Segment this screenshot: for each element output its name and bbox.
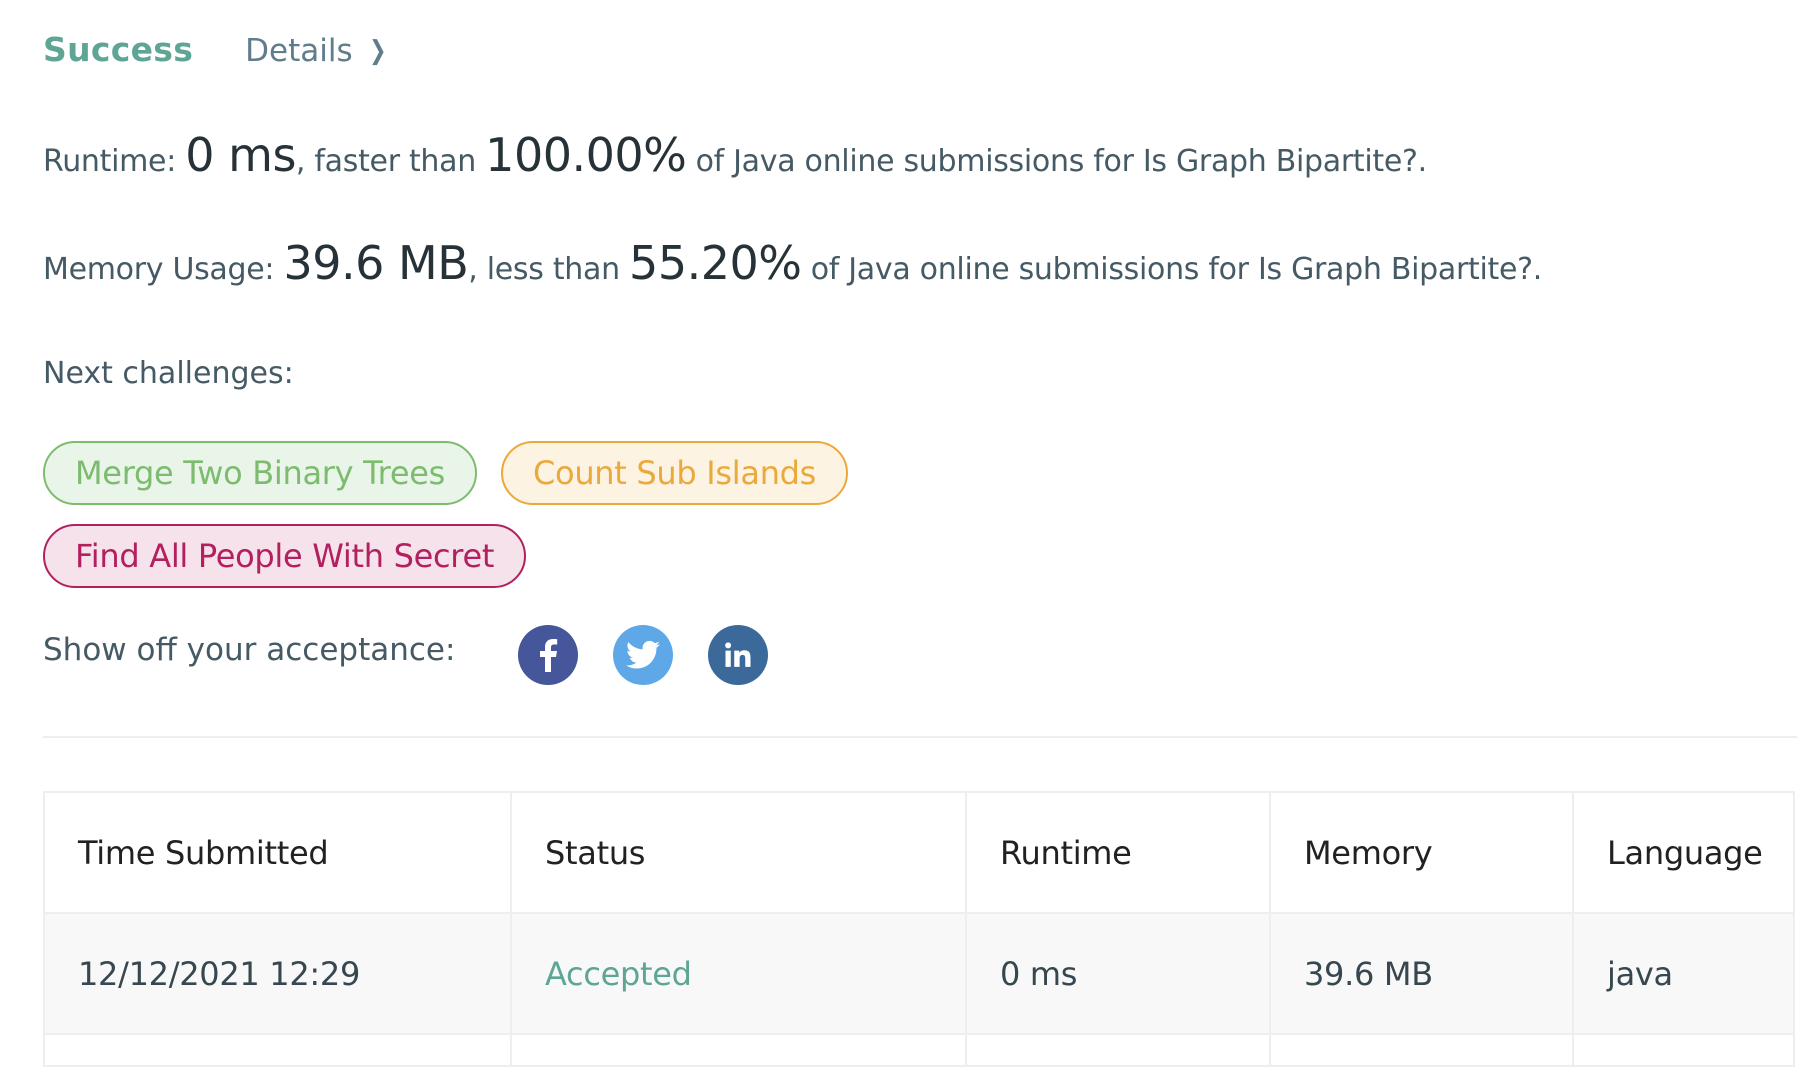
chevron-right-icon: ❯: [368, 36, 387, 66]
next-challenges-label: Next challenges:: [43, 356, 294, 391]
facebook-share-button[interactable]: [518, 625, 578, 685]
runtime-percent: 100.00%: [485, 128, 687, 182]
runtime-mid: , faster than: [295, 144, 486, 179]
table-header-row: Time Submitted Status Runtime Memory Lan…: [43, 791, 1795, 914]
memory-label: Memory Usage:: [43, 252, 284, 287]
cell-language: java: [1572, 912, 1795, 1035]
column-header-language[interactable]: Language: [1572, 791, 1795, 914]
result-header: Success Details ❯: [43, 30, 388, 69]
twitter-share-button[interactable]: [613, 625, 673, 685]
cell-status-link[interactable]: Accepted: [510, 912, 967, 1035]
details-link[interactable]: Details ❯: [245, 33, 388, 69]
twitter-icon: [626, 640, 660, 669]
runtime-label: Runtime:: [43, 144, 186, 179]
empty-cell: [1269, 1033, 1574, 1067]
column-header-memory[interactable]: Memory: [1269, 791, 1574, 914]
table-row-partial: [43, 1033, 1795, 1067]
empty-cell: [1572, 1033, 1795, 1067]
challenge-count-sub-islands[interactable]: Count Sub Islands: [501, 441, 849, 505]
facebook-icon: [540, 639, 558, 672]
runtime-stat: Runtime: 0 ms, faster than 100.00% of Ja…: [43, 128, 1427, 182]
memory-mid: , less than: [468, 252, 630, 287]
empty-cell: [965, 1033, 1271, 1067]
memory-suffix: of Java online submissions for Is Graph …: [801, 252, 1543, 287]
memory-value: 39.6 MB: [283, 236, 469, 290]
memory-stat: Memory Usage: 39.6 MB, less than 55.20% …: [43, 236, 1542, 290]
share-label: Show off your acceptance:: [43, 632, 456, 668]
linkedin-share-button[interactable]: [708, 625, 768, 685]
empty-cell: [43, 1033, 512, 1067]
cell-time-submitted: 12/12/2021 12:29: [43, 912, 512, 1035]
table-row: 12/12/2021 12:29 Accepted 0 ms 39.6 MB j…: [43, 912, 1795, 1035]
cell-runtime: 0 ms: [965, 912, 1271, 1035]
challenge-merge-two-binary-trees[interactable]: Merge Two Binary Trees: [43, 441, 477, 505]
submissions-table: Time Submitted Status Runtime Memory Lan…: [43, 791, 1795, 1067]
section-divider: [43, 736, 1797, 738]
column-header-status[interactable]: Status: [510, 791, 967, 914]
challenge-find-all-people-with-secret[interactable]: Find All People With Secret: [43, 524, 527, 588]
runtime-value: 0 ms: [185, 128, 296, 182]
column-header-runtime[interactable]: Runtime: [965, 791, 1271, 914]
column-header-time-submitted[interactable]: Time Submitted: [43, 791, 512, 914]
cell-memory: 39.6 MB: [1269, 912, 1574, 1035]
result-status: Success: [43, 30, 194, 69]
empty-cell: [510, 1033, 967, 1067]
linkedin-icon: [725, 642, 751, 667]
runtime-suffix: of Java online submissions for Is Graph …: [686, 144, 1428, 179]
memory-percent: 55.20%: [629, 236, 802, 290]
details-label: Details: [245, 33, 353, 69]
